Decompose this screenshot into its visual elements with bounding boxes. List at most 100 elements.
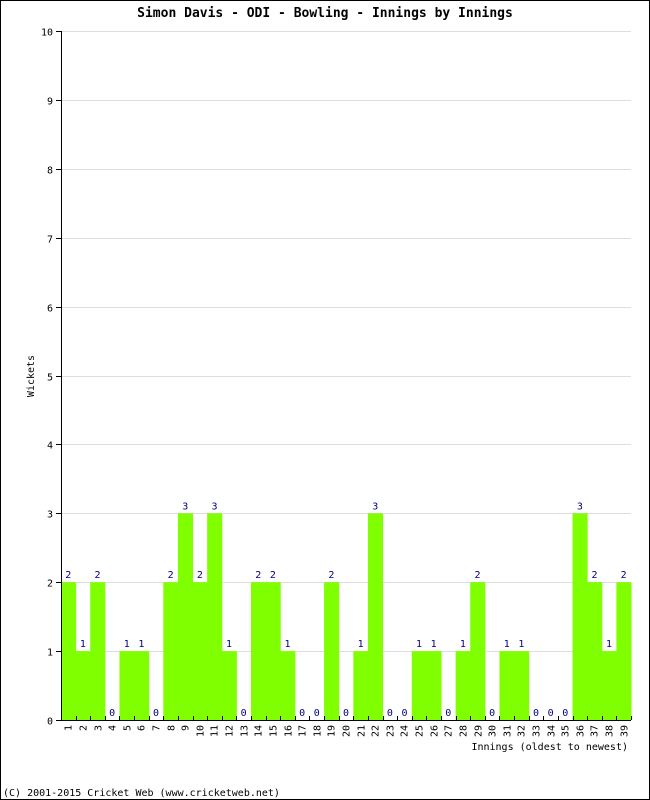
x-tick-label: 38 <box>605 725 616 737</box>
data-label: 0 <box>387 708 393 719</box>
data-label: 3 <box>577 501 583 512</box>
x-tick-label: 24 <box>400 725 411 737</box>
bar <box>601 651 617 720</box>
data-label: 2 <box>270 570 276 581</box>
x-tick-label: 25 <box>415 725 426 737</box>
bar <box>221 651 237 720</box>
y-tick-label: 7 <box>47 235 53 246</box>
data-label: 1 <box>138 639 144 650</box>
bar <box>499 651 515 720</box>
x-tick-label: 32 <box>517 725 528 737</box>
data-label: 0 <box>489 708 495 719</box>
y-tick-label: 3 <box>47 510 53 521</box>
data-label: 3 <box>211 501 217 512</box>
bar <box>134 651 150 720</box>
x-tick-label: 21 <box>357 725 368 737</box>
bars <box>61 513 632 720</box>
data-label: 1 <box>80 639 86 650</box>
x-tick-label: 22 <box>371 725 382 737</box>
data-label: 0 <box>401 708 407 719</box>
data-label: 0 <box>109 708 115 719</box>
data-label: 2 <box>621 570 627 581</box>
data-label: 1 <box>285 639 291 650</box>
bar <box>514 651 530 720</box>
y-tick-label: 8 <box>47 166 53 177</box>
bar <box>324 582 340 720</box>
bar <box>163 582 179 720</box>
x-tick-label: 23 <box>386 725 397 737</box>
bar <box>587 582 603 720</box>
x-tick-label: 19 <box>327 725 338 737</box>
x-tick-label: 31 <box>503 725 514 737</box>
y-tick-label: 0 <box>47 717 53 728</box>
data-label: 2 <box>168 570 174 581</box>
x-tick-label: 30 <box>488 725 499 737</box>
y-tick-label: 9 <box>47 97 53 108</box>
y-tick-label: 10 <box>41 28 53 39</box>
x-tick-label: 28 <box>459 725 470 737</box>
x-tick-label: 11 <box>210 725 221 737</box>
x-tick-label: 5 <box>123 725 134 731</box>
x-tick-label: 39 <box>620 725 631 737</box>
bar <box>265 582 281 720</box>
data-label: 1 <box>124 639 130 650</box>
data-label: 2 <box>255 570 261 581</box>
data-label: 0 <box>314 708 320 719</box>
data-label: 0 <box>562 708 568 719</box>
data-label: 0 <box>548 708 554 719</box>
bar <box>367 513 384 720</box>
data-label: 3 <box>182 501 188 512</box>
data-label: 0 <box>299 708 305 719</box>
data-label: 2 <box>197 570 203 581</box>
y-tick-label: 2 <box>47 579 53 590</box>
bar-chart: Simon Davis - ODI - Bowling - Innings by… <box>3 6 632 799</box>
data-label: 3 <box>372 501 378 512</box>
x-tick-label: 8 <box>167 725 178 731</box>
gridlines <box>61 31 631 652</box>
data-label: 1 <box>504 639 510 650</box>
data-label: 1 <box>226 639 232 650</box>
data-label: 1 <box>431 639 437 650</box>
x-tick-label: 4 <box>108 725 119 731</box>
x-tick-label: 1 <box>64 725 75 731</box>
data-label: 2 <box>328 570 334 581</box>
bar <box>280 651 296 720</box>
bar <box>616 582 632 720</box>
x-tick-label: 3 <box>94 725 105 731</box>
bar <box>572 513 588 720</box>
x-tick-label: 20 <box>342 725 353 737</box>
bar <box>90 582 106 720</box>
data-label: 2 <box>95 570 101 581</box>
chart-title: Simon Davis - ODI - Bowling - Innings by… <box>137 6 513 21</box>
x-tick-label: 12 <box>225 725 236 737</box>
x-axis-label: Innings (oldest to newest) <box>471 742 628 753</box>
x-tick-label: 17 <box>298 725 309 737</box>
x-tick-label: 9 <box>181 725 192 731</box>
bar <box>455 651 471 720</box>
data-label: 2 <box>65 570 71 581</box>
y-tick-label: 5 <box>47 373 53 384</box>
x-tick-label: 7 <box>152 725 163 731</box>
y-tick-label: 1 <box>47 648 53 659</box>
data-labels: 21201 102323102 210 020130 01 101201 10 0 03212 <box>65 501 626 719</box>
bar <box>61 582 77 720</box>
bar <box>192 582 208 720</box>
x-tick-label: 2 <box>79 725 90 731</box>
bar <box>411 651 427 720</box>
x-tick-label: 26 <box>430 725 441 737</box>
bar <box>119 651 135 720</box>
x-tick-label: 15 <box>269 725 280 737</box>
y-tick-label: 6 <box>47 304 53 315</box>
data-label: 1 <box>518 639 524 650</box>
x-tick-label: 29 <box>474 725 485 737</box>
data-label: 0 <box>241 708 247 719</box>
y-tick-label: 4 <box>47 441 53 452</box>
bar <box>177 513 194 720</box>
data-label: 2 <box>475 570 481 581</box>
x-tick-label: 37 <box>590 725 601 737</box>
data-label: 0 <box>445 708 451 719</box>
data-label: 1 <box>416 639 422 650</box>
x-tick-label: 27 <box>444 725 455 737</box>
y-axis-label: Wickets <box>26 355 37 397</box>
x-tick-label: 10 <box>196 725 207 737</box>
